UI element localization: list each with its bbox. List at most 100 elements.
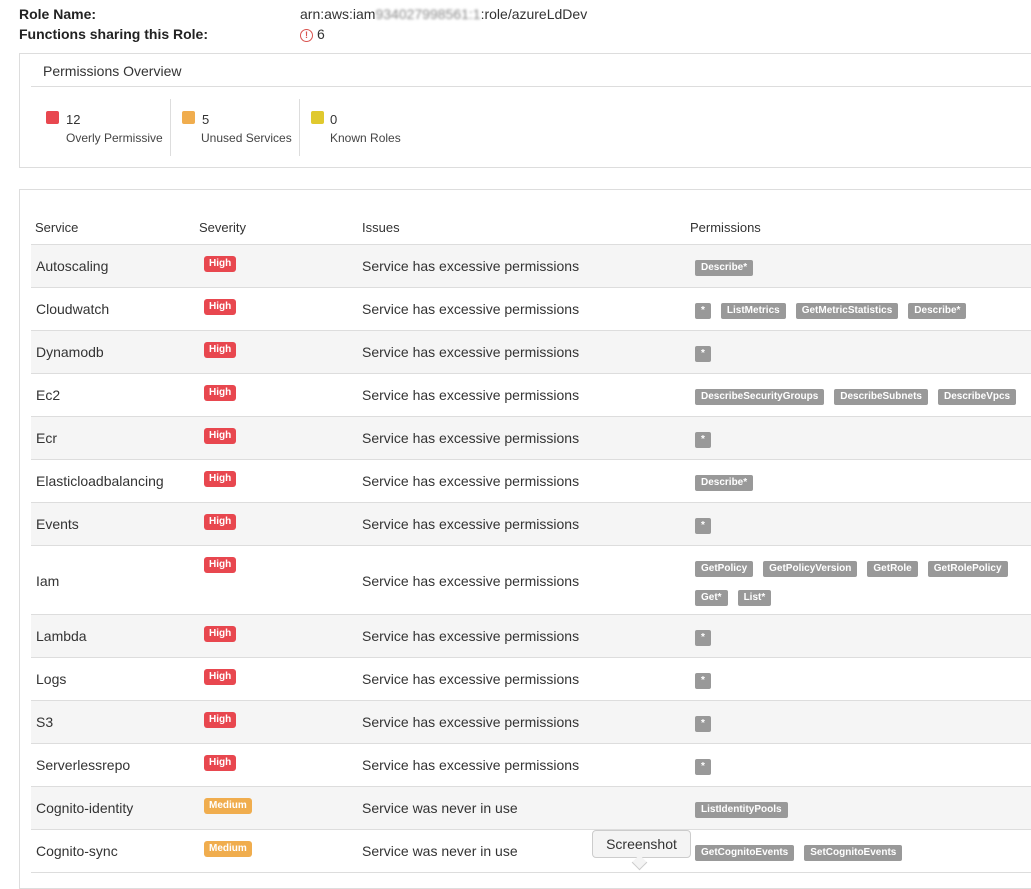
permission-tag: Describe* bbox=[695, 260, 754, 276]
service-name: Events bbox=[36, 516, 79, 532]
permission-tag: GetRole bbox=[867, 561, 918, 577]
permissions-list: * bbox=[695, 429, 1031, 458]
stat-label: Overly Permissive bbox=[66, 131, 163, 145]
table-row[interactable]: Cognito-sync Medium Service was never in u… bbox=[31, 830, 1031, 873]
column-header-severity[interactable]: Severity bbox=[199, 220, 246, 235]
permission-tag: GetRolePolicy bbox=[927, 561, 1008, 577]
stat-value: 12 bbox=[66, 112, 81, 127]
severity-badge: High bbox=[204, 712, 237, 728]
issue-text: Service has excessive permissions bbox=[362, 757, 580, 773]
service-name: Autoscaling bbox=[36, 258, 109, 274]
table-row[interactable]: Elasticloadbalancing High Service has exce… bbox=[31, 460, 1031, 503]
severity-badge: High bbox=[204, 256, 237, 272]
permission-tag: * bbox=[695, 346, 711, 362]
permissions-list: * bbox=[695, 756, 1031, 785]
role-arn-prefix: arn:aws:iam bbox=[300, 6, 376, 22]
permissions-list: * bbox=[695, 670, 1031, 699]
severity-badge: High bbox=[204, 669, 237, 685]
permission-tag: Describe* bbox=[908, 303, 967, 319]
permission-tag: * bbox=[695, 630, 711, 646]
severity-badge: High bbox=[204, 385, 237, 401]
permission-tag: Describe* bbox=[695, 475, 754, 491]
table-row[interactable]: Iam High Service has excessive permissions… bbox=[31, 546, 1031, 615]
severity-badge: High bbox=[204, 557, 237, 573]
permissions-list: * bbox=[695, 515, 1031, 544]
screenshot-tooltip: Screenshot bbox=[592, 830, 691, 858]
permission-tag: * bbox=[695, 759, 711, 775]
issue-text: Service was never in use bbox=[362, 843, 518, 859]
functions-count[interactable]: ! 6 bbox=[300, 26, 325, 42]
permission-tag: Get* bbox=[695, 590, 728, 606]
table-row[interactable]: Ecr High Service has excessive permissions… bbox=[31, 417, 1031, 460]
permission-tag: GetCognitoEvents bbox=[695, 845, 795, 861]
permission-tag: DescribeVpcs bbox=[937, 389, 1017, 405]
table-row[interactable]: Cloudwatch High Service has excessive perm… bbox=[31, 288, 1031, 331]
permission-tag: * bbox=[695, 673, 711, 689]
issue-text: Service has excessive permissions bbox=[362, 473, 580, 489]
overview-divider bbox=[31, 86, 1031, 87]
permissions-list: GetPolicy GetPolicyVersion GetRole GetRoleP… bbox=[695, 558, 1025, 616]
table-row[interactable]: Logs High Service has excessive permission… bbox=[31, 658, 1031, 701]
issue-text: Service has excessive permissions bbox=[362, 573, 580, 589]
permissions-list: Describe* bbox=[695, 472, 1031, 501]
permissions-overview-panel: Permissions Overview 12 Overly Permissiv… bbox=[19, 53, 1031, 168]
severity-badge: Medium bbox=[204, 798, 252, 814]
issue-text: Service has excessive permissions bbox=[362, 714, 580, 730]
table-row[interactable]: Lambda High Service has excessive permissi… bbox=[31, 615, 1031, 658]
permission-tag: * bbox=[695, 303, 711, 319]
table-row[interactable]: Dynamodb High Service has excessive permis… bbox=[31, 331, 1031, 374]
permission-tag: List* bbox=[737, 590, 772, 606]
permission-tag: ListIdentityPools bbox=[695, 802, 788, 818]
permissions-list: * ListMetrics GetMetricStatistics Describe* bbox=[695, 300, 1031, 329]
table-row[interactable]: S3 High Service has excessive permissions * bbox=[31, 701, 1031, 744]
permission-tag: GetMetricStatistics bbox=[795, 303, 899, 319]
warning-circle-icon: ! bbox=[300, 29, 313, 42]
permission-tag: * bbox=[695, 716, 711, 732]
table-row[interactable]: Autoscaling High Service has excessive per… bbox=[31, 245, 1031, 288]
permissions-list: * bbox=[695, 627, 1031, 656]
severity-badge: High bbox=[204, 755, 237, 771]
column-header-permissions[interactable]: Permissions bbox=[690, 220, 761, 235]
severity-badge: High bbox=[204, 471, 237, 487]
severity-badge: High bbox=[204, 626, 237, 642]
unused-services-swatch bbox=[182, 111, 195, 124]
table-row[interactable]: Serverlessrepo High Service has excessive … bbox=[31, 744, 1031, 787]
issue-text: Service has excessive permissions bbox=[362, 430, 580, 446]
table-row[interactable]: Cognito-identity Medium Service was never … bbox=[31, 787, 1031, 830]
severity-badge: High bbox=[204, 428, 237, 444]
issue-text: Service has excessive permissions bbox=[362, 628, 580, 644]
role-arn-account: 934027998561:1 bbox=[375, 6, 481, 22]
issue-text: Service has excessive permissions bbox=[362, 344, 580, 360]
service-name: Dynamodb bbox=[36, 344, 104, 360]
severity-badge: Medium bbox=[204, 841, 252, 857]
permission-tag: GetPolicy bbox=[695, 561, 754, 577]
column-header-service[interactable]: Service bbox=[35, 220, 78, 235]
permission-tag: DescribeSecurityGroups bbox=[695, 389, 825, 405]
issue-text: Service has excessive permissions bbox=[362, 258, 580, 274]
stat-value: 0 bbox=[330, 112, 338, 127]
column-header-issues[interactable]: Issues bbox=[362, 220, 400, 235]
stat-value: 5 bbox=[202, 112, 210, 127]
known-roles-swatch bbox=[311, 111, 324, 124]
permissions-list: GetCognitoEvents SetCognitoEvents bbox=[695, 842, 1031, 871]
permission-tag: GetPolicyVersion bbox=[763, 561, 858, 577]
service-name: Cloudwatch bbox=[36, 301, 110, 317]
service-name: Ec2 bbox=[36, 387, 61, 403]
service-name: Cognito-identity bbox=[36, 800, 134, 816]
table-body: Autoscaling High Service has excessive per… bbox=[31, 244, 1031, 873]
permission-tag: * bbox=[695, 518, 711, 534]
service-name: Cognito-sync bbox=[36, 843, 118, 859]
service-name: Serverlessrepo bbox=[36, 757, 131, 773]
table-row[interactable]: Events High Service has excessive permissi… bbox=[31, 503, 1031, 546]
stat-divider bbox=[299, 99, 300, 156]
table-row[interactable]: Ec2 High Service has excessive permissions… bbox=[31, 374, 1031, 417]
services-table: Service Severity Issues Permissions Auto… bbox=[19, 189, 1031, 889]
functions-label: Functions sharing this Role: bbox=[19, 26, 209, 42]
service-name: Ecr bbox=[36, 430, 57, 446]
functions-count-value: 6 bbox=[317, 26, 325, 42]
role-name-label: Role Name: bbox=[19, 6, 97, 22]
permission-tag: * bbox=[695, 432, 711, 448]
permission-tag: ListMetrics bbox=[720, 303, 786, 319]
severity-badge: High bbox=[204, 299, 237, 315]
service-name: Logs bbox=[36, 671, 67, 687]
